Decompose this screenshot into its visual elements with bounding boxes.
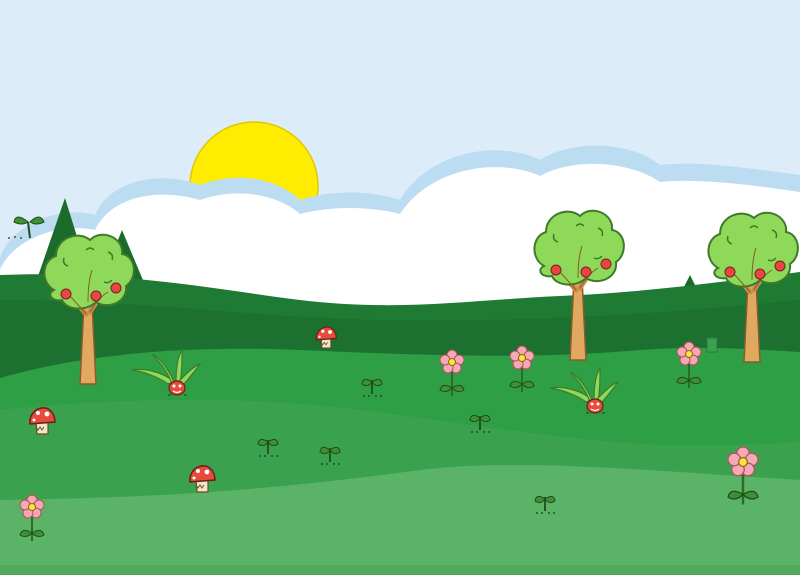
scene-canvas (0, 0, 800, 575)
stump (706, 337, 718, 353)
game-scene (0, 0, 800, 575)
ground-edge (0, 565, 800, 575)
